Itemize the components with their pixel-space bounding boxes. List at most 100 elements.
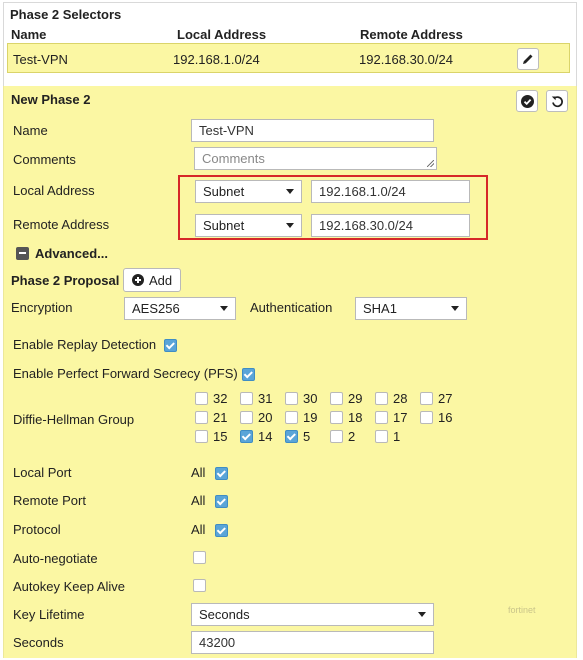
dh-group-option[interactable]: 28 [375,391,407,406]
dh-group-checkbox[interactable] [285,411,298,424]
dh-group-option[interactable]: 5 [285,429,310,444]
key-lifetime-select[interactable]: Seconds [191,603,434,626]
protocol-all-checkbox[interactable] [215,524,228,537]
local-address-input[interactable]: 192.168.1.0/24 [311,180,470,203]
column-header-name: Name [11,27,47,42]
selector-row-remote: 192.168.30.0/24 [359,52,453,67]
dh-group-value: 16 [438,410,453,425]
local-port-value: All [191,465,206,480]
local-port-all-checkbox[interactable] [215,467,228,480]
dh-group-label: Diffie-Hellman Group [13,412,135,427]
replay-detection-checkbox[interactable] [164,339,177,352]
revert-button[interactable] [546,90,568,112]
dh-group-option[interactable]: 27 [420,391,452,406]
dh-group-option[interactable]: 2 [330,429,355,444]
dh-group-checkbox[interactable] [285,392,298,405]
edit-button[interactable] [517,48,539,70]
dh-group-option[interactable]: 17 [375,410,407,425]
collapse-icon [16,247,29,260]
local-port-label: Local Port [13,465,72,480]
dh-group-option[interactable]: 16 [420,410,452,425]
dh-group-option[interactable]: 15 [195,429,227,444]
dh-group-checkbox[interactable] [375,411,388,424]
authentication-value: SHA1 [363,301,397,316]
dh-group-checkbox[interactable] [240,411,253,424]
dh-group-option[interactable]: 29 [330,391,362,406]
chevron-down-icon [418,612,426,617]
dh-group-checkbox[interactable] [195,411,208,424]
dh-group-option[interactable]: 31 [240,391,272,406]
dh-group-checkbox[interactable] [330,411,343,424]
local-address-type-select[interactable]: Subnet [195,180,302,203]
remote-address-type-select[interactable]: Subnet [195,214,302,237]
dh-group-checkbox[interactable] [420,411,433,424]
remote-address-input[interactable]: 192.168.30.0/24 [311,214,470,237]
name-input[interactable]: Test-VPN [191,119,434,142]
resize-grip-icon[interactable] [427,160,434,167]
column-header-local-address: Local Address [177,27,267,42]
dh-group-checkbox[interactable] [420,392,433,405]
dh-group-checkbox[interactable] [195,430,208,443]
authentication-select[interactable]: SHA1 [355,297,467,320]
encryption-select[interactable]: AES256 [124,297,236,320]
add-label: Add [149,272,173,288]
chevron-down-icon [451,306,459,311]
advanced-label: Advanced... [35,246,108,261]
dh-group-checkbox[interactable] [375,430,388,443]
dh-group-value: 29 [348,391,363,406]
dh-group-value: 15 [213,429,228,444]
dh-group-option[interactable]: 32 [195,391,227,406]
dh-group-option[interactable]: 14 [240,429,272,444]
dh-group-value: 5 [303,429,311,444]
dh-group-value: 17 [393,410,408,425]
dh-group-value: 20 [258,410,273,425]
dh-group-checkbox[interactable] [195,392,208,405]
dh-group-value: 21 [213,410,228,425]
pfs-checkbox[interactable] [242,368,255,381]
comments-textarea[interactable]: Comments [194,147,437,170]
dh-group-option[interactable]: 30 [285,391,317,406]
dh-group-option[interactable]: 1 [375,429,400,444]
dh-group-checkbox[interactable] [240,392,253,405]
dh-group-value: 32 [213,391,228,406]
chevron-down-icon [286,189,294,194]
seconds-label: Seconds [13,635,64,650]
dh-group-option[interactable]: 19 [285,410,317,425]
dh-group-option[interactable]: 21 [195,410,227,425]
authentication-label: Authentication [250,300,333,315]
auto-negotiate-checkbox[interactable] [193,551,206,564]
keep-alive-checkbox[interactable] [193,579,206,592]
selector-row[interactable] [7,43,570,73]
phase2-title: New Phase 2 [11,92,91,107]
name-label: Name [13,123,48,138]
remote-address-type-value: Subnet [203,218,245,233]
seconds-input[interactable]: 43200 [191,631,434,654]
check-circle-icon [520,94,534,108]
keep-alive-label: Autokey Keep Alive [13,579,126,594]
remote-port-value: All [191,493,206,508]
selector-row-local: 192.168.1.0/24 [173,52,260,67]
dh-group-value: 18 [348,410,363,425]
ok-button[interactable] [516,90,538,112]
dh-group-checkbox[interactable] [285,430,298,443]
pencil-icon [523,54,533,64]
remote-port-all-checkbox[interactable] [215,495,228,508]
dh-group-checkbox[interactable] [330,430,343,443]
dh-group-checkbox[interactable] [330,392,343,405]
dh-group-value: 14 [258,429,273,444]
fortinet-watermark: fortinet [508,605,536,615]
plus-circle-icon [132,274,144,286]
add-proposal-button[interactable]: Add [123,268,182,292]
dh-group-option[interactable]: 18 [330,410,362,425]
chevron-down-icon [220,306,228,311]
dh-group-checkbox[interactable] [375,392,388,405]
local-address-label: Local Address [13,183,95,198]
replay-detection-label: Enable Replay Detection [13,337,157,352]
selectors-title: Phase 2 Selectors [10,7,122,22]
encryption-label: Encryption [11,300,73,315]
dh-group-option[interactable]: 20 [240,410,272,425]
selector-row-name: Test-VPN [13,52,68,67]
advanced-toggle[interactable]: Advanced... [16,246,108,261]
remote-address-label: Remote Address [13,217,110,232]
dh-group-checkbox[interactable] [240,430,253,443]
